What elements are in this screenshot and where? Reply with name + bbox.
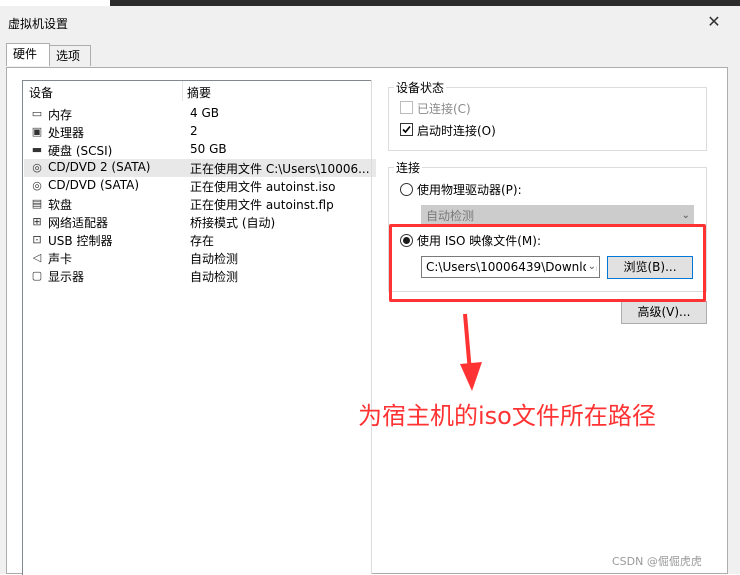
connection-title: 连接 [394, 159, 423, 176]
device-row[interactable]: ⊞ 网络适配器 桥接模式 (自动) [24, 213, 376, 231]
annotation-text: 为宿主机的iso文件所在路径 [358, 402, 656, 430]
right-separator [371, 80, 372, 574]
connected-checkbox[interactable] [400, 101, 413, 114]
hard-disk-icon: ▬ [31, 143, 43, 156]
window-title: 虚拟机设置 [8, 17, 69, 31]
tab-hardware[interactable]: 硬件 [6, 43, 50, 66]
device-row[interactable]: ▭ 内存 4 GB [24, 105, 376, 123]
device-summary: 自动检测 [190, 252, 239, 266]
device-summary: 正在使用文件 autoinst.flp [190, 198, 334, 212]
physical-drive-radio[interactable] [400, 183, 413, 196]
device-name: USB 控制器 [48, 234, 113, 248]
highlight-box [389, 224, 706, 302]
device-row[interactable]: ◁ 声卡 自动检测 [24, 249, 376, 267]
physical-drive-label[interactable]: 使用物理驱动器(P): [417, 181, 522, 198]
device-name: 网络适配器 [48, 216, 109, 230]
cd-dvd-icon: ◎ [32, 161, 42, 174]
arrow-down-icon [460, 313, 482, 391]
device-row[interactable]: ◎ CD/DVD (SATA) 正在使用文件 autoinst.iso [24, 177, 376, 195]
connected-label[interactable]: 已连接(C) [417, 100, 471, 117]
device-summary: 2 [190, 124, 198, 138]
device-summary: 正在使用文件 C:\Users\10006... [190, 162, 370, 176]
device-status-group [388, 87, 707, 151]
connect-at-power-on-checkbox[interactable] [400, 123, 413, 136]
memory-icon: ▭ [31, 107, 43, 120]
processor-icon: ▣ [31, 125, 43, 138]
device-row[interactable]: ▢ 显示器 自动检测 [24, 267, 376, 285]
device-summary: 正在使用文件 autoinst.iso [190, 180, 336, 194]
physical-drive-value: 自动检测 [426, 209, 475, 223]
device-name: 软盘 [48, 198, 73, 212]
device-summary: 50 GB [190, 142, 227, 156]
device-name: CD/DVD 2 (SATA) [48, 160, 151, 174]
watermark: CSDN @倔倔虎虎 [612, 555, 702, 568]
header-device[interactable]: 设备 [29, 84, 53, 101]
device-status-title: 设备状态 [394, 79, 447, 96]
device-summary: 存在 [190, 234, 215, 248]
device-name: 声卡 [48, 252, 73, 266]
cd-dvd-icon: ◎ [32, 179, 42, 192]
device-row[interactable]: ▬ 硬盘 (SCSI) 50 GB [24, 141, 376, 159]
floppy-icon: ▤ [31, 197, 43, 210]
checkmark-icon [402, 125, 411, 134]
device-row[interactable]: ◎ CD/DVD 2 (SATA) 正在使用文件 C:\Users\10006... [24, 159, 376, 177]
device-row[interactable]: ▣ 处理器 2 [24, 123, 376, 141]
device-name: 处理器 [48, 126, 85, 140]
chevron-down-icon: ⌄ [681, 210, 690, 221]
connect-at-power-on-label[interactable]: 启动时连接(O) [417, 122, 496, 139]
device-row[interactable]: ⊡ USB 控制器 存在 [24, 231, 376, 249]
device-name: CD/DVD (SATA) [48, 178, 140, 192]
device-row[interactable]: ▤ 软盘 正在使用文件 autoinst.flp [24, 195, 376, 213]
sound-card-icon: ◁ [32, 251, 42, 264]
device-summary: 桥接模式 (自动) [190, 216, 276, 230]
usb-icon: ⊡ [32, 233, 42, 246]
device-list[interactable]: 设备 摘要 ▭ 内存 4 GB ▣ 处理器 2 ▬ 硬盘 (SCSI) 50 GB ◎ CD/DVD… [22, 80, 376, 575]
display-icon: ▢ [31, 269, 43, 282]
device-name: 硬盘 (SCSI) [48, 144, 113, 158]
device-summary: 自动检测 [190, 270, 239, 284]
device-name: 显示器 [48, 270, 85, 284]
column-separator[interactable] [182, 81, 183, 101]
device-summary: 4 GB [190, 106, 219, 120]
advanced-button[interactable]: 高级(V)... [621, 301, 707, 324]
device-list-header: 设备 摘要 [23, 81, 372, 101]
close-icon[interactable]: ✕ [704, 12, 724, 32]
device-name: 内存 [48, 108, 73, 122]
tab-options[interactable]: 选项 [49, 45, 91, 66]
header-summary[interactable]: 摘要 [187, 84, 211, 101]
network-adapter-icon: ⊞ [32, 215, 42, 228]
